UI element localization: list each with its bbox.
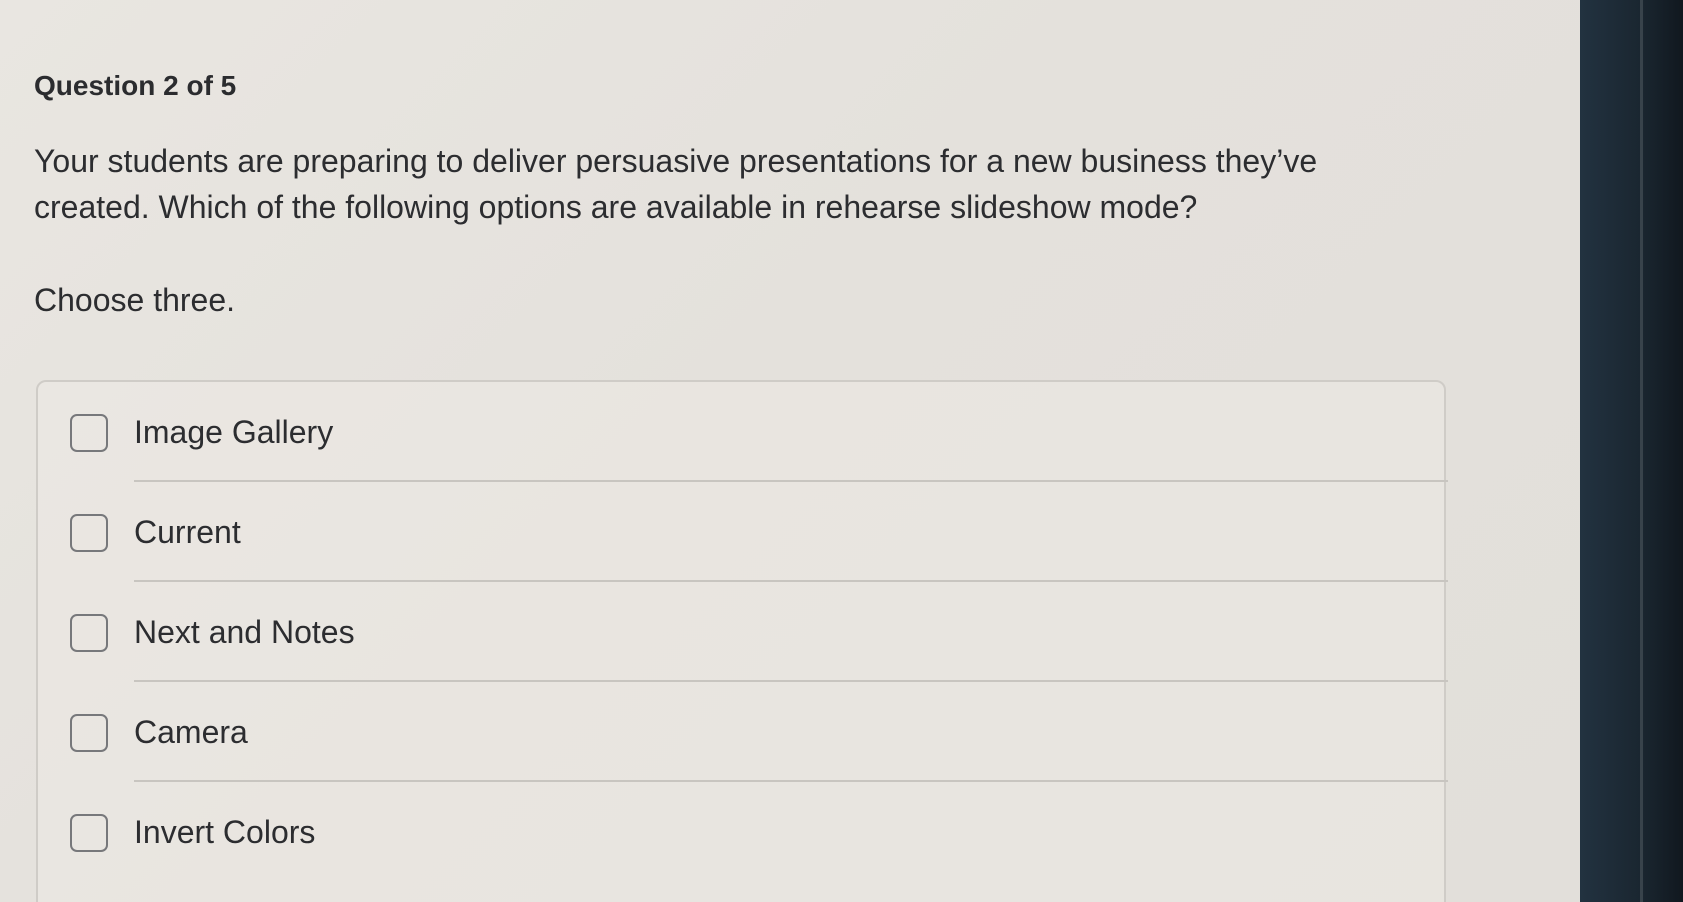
bezel-edge xyxy=(1640,0,1643,902)
question-text: Your students are preparing to deliver p… xyxy=(34,143,1318,225)
options-list: Image Gallery Current Next and Notes Cam… xyxy=(36,380,1448,902)
instruction-text: Choose three. xyxy=(34,282,236,318)
option-invert-colors[interactable]: Invert Colors xyxy=(38,782,1448,882)
checkbox[interactable] xyxy=(70,514,108,552)
checkbox[interactable] xyxy=(70,414,108,452)
device-bezel xyxy=(1580,0,1683,902)
option-camera[interactable]: Camera xyxy=(38,682,1448,782)
option-label: Camera xyxy=(134,714,248,750)
checkbox[interactable] xyxy=(70,714,108,752)
quiz-screen: Question 2 of 5 Your students are prepar… xyxy=(0,0,1580,902)
question-counter: Question 2 of 5 xyxy=(34,70,237,101)
option-next-and-notes[interactable]: Next and Notes xyxy=(38,582,1448,682)
option-image-gallery[interactable]: Image Gallery xyxy=(38,382,1448,482)
option-label: Image Gallery xyxy=(134,414,334,450)
checkbox[interactable] xyxy=(70,614,108,652)
checkbox[interactable] xyxy=(70,814,108,852)
option-label: Current xyxy=(134,514,241,550)
option-label: Next and Notes xyxy=(134,614,355,650)
option-current[interactable]: Current xyxy=(38,482,1448,582)
option-label: Invert Colors xyxy=(134,814,316,850)
